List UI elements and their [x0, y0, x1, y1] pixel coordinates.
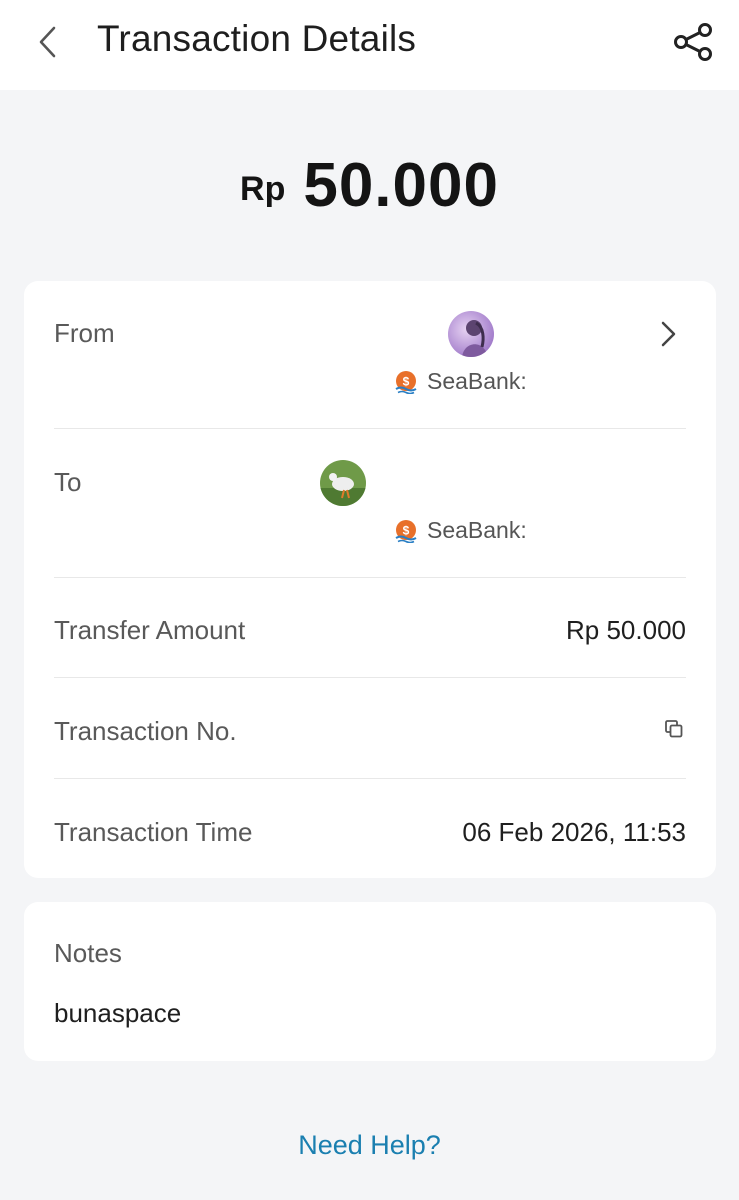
svg-text:$: $ — [403, 523, 410, 537]
transfer-amount-value: Rp 50.000 — [566, 615, 686, 645]
details-card: From $ SeaBank: To $ SeaBank: Transfer A… — [24, 281, 716, 878]
sender-avatar — [448, 311, 494, 357]
transaction-time-value: 06 Feb 2026, 11:53 — [462, 817, 686, 847]
recipient-bank: $ SeaBank: — [394, 517, 527, 544]
copy-icon — [665, 720, 683, 738]
chevron-left-icon — [39, 26, 56, 58]
from-label: From — [54, 318, 115, 348]
seabank-icon: $ — [395, 370, 417, 394]
recipient-bank-name: SeaBank: — [427, 517, 527, 543]
transaction-amount: Rp 50.000 — [0, 150, 739, 221]
amount-currency: Rp — [240, 170, 286, 208]
sender-bank: $ SeaBank: — [394, 368, 527, 395]
transfer-amount-label: Transfer Amount — [54, 615, 246, 645]
divider — [54, 677, 686, 678]
back-button[interactable] — [30, 22, 66, 62]
sender-bank-name: SeaBank: — [427, 368, 527, 394]
need-help-link[interactable]: Need Help? — [0, 1130, 739, 1161]
copy-button[interactable] — [660, 715, 688, 743]
seabank-icon: $ — [395, 519, 417, 543]
divider — [54, 778, 686, 779]
notes-card: Notes bunaspace — [24, 902, 716, 1061]
notes-label: Notes — [54, 938, 122, 968]
share-icon — [674, 23, 712, 61]
divider — [54, 577, 686, 578]
transaction-time-label: Transaction Time — [54, 817, 253, 847]
svg-text:$: $ — [403, 374, 410, 388]
transaction-no-label: Transaction No. — [54, 716, 237, 746]
divider — [54, 428, 686, 429]
page-title: Transaction Details — [97, 18, 417, 59]
chevron-right-icon[interactable] — [656, 319, 680, 349]
recipient-avatar — [320, 460, 366, 506]
notes-value: bunaspace — [54, 998, 182, 1028]
app-header: Transaction Details — [0, 0, 739, 90]
share-button[interactable] — [668, 19, 718, 65]
to-label: To — [54, 467, 82, 497]
amount-value: 50.000 — [303, 151, 499, 220]
